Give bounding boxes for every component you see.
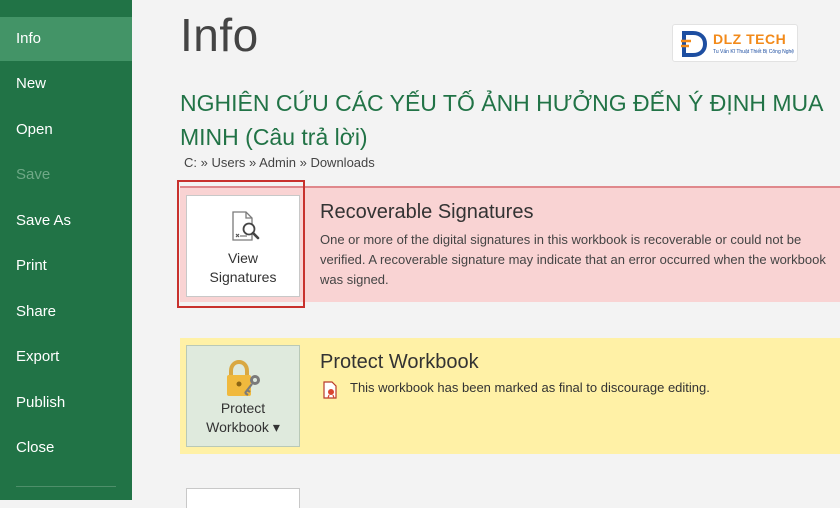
signatures-heading: Recoverable Signatures	[320, 201, 534, 223]
marked-final-text: This workbook has been marked as final t…	[350, 380, 710, 395]
sidebar-item-print[interactable]: Print	[0, 244, 132, 288]
sidebar-item-export[interactable]: Export	[0, 335, 132, 379]
sidebar-item-share[interactable]: Share	[0, 290, 132, 334]
sidebar-item-save-as[interactable]: Save As	[0, 199, 132, 243]
next-card-button[interactable]	[186, 488, 300, 508]
sidebar-item-publish[interactable]: Publish	[0, 381, 132, 425]
padlock-key-icon	[227, 360, 260, 396]
sidebar-item-save: Save	[16, 166, 51, 183]
dlz-logo-icon	[681, 31, 708, 57]
protect-workbook-label-1: Protect	[220, 400, 266, 416]
signature-magnifier-icon	[232, 211, 260, 241]
backstage-sidebar: Info New Open Save Save As Print Share E…	[0, 0, 132, 500]
document-title: NGHIÊN CỨU CÁC YẾU TỐ ẢNH HƯỞNG ĐẾN Ý ĐỊ…	[180, 90, 823, 150]
view-signatures-label-1: View	[227, 250, 259, 266]
logo-text: DLZ TECH	[713, 31, 787, 47]
page-title: Info	[180, 9, 259, 61]
marked-final-icon	[323, 381, 337, 399]
sidebar-item-info[interactable]: Info	[0, 17, 132, 61]
dlz-tech-logo: DLZ TECH Tu Vấn Kĩ Thuật Thiết Bị Công N…	[672, 24, 798, 62]
sidebar-item-new[interactable]: New	[0, 62, 132, 106]
signatures-description: One or more of the digital signatures in…	[320, 232, 826, 287]
breadcrumb[interactable]: C: » Users » Admin » Downloads	[184, 155, 375, 170]
sidebar-divider	[16, 486, 116, 487]
protect-workbook-button[interactable]: Protect Workbook ▾	[186, 345, 300, 447]
view-signatures-label-2: Signatures	[209, 269, 277, 285]
protect-workbook-label-2: Workbook ▾	[206, 419, 280, 435]
sidebar-item-open[interactable]: Open	[0, 108, 132, 152]
protect-heading: Protect Workbook	[320, 351, 479, 373]
logo-tagline: Tu Vấn Kĩ Thuật Thiết Bị Công Nghệ	[713, 49, 795, 55]
sidebar-item-close[interactable]: Close	[0, 426, 132, 470]
view-signatures-button[interactable]: View Signatures	[186, 195, 300, 297]
